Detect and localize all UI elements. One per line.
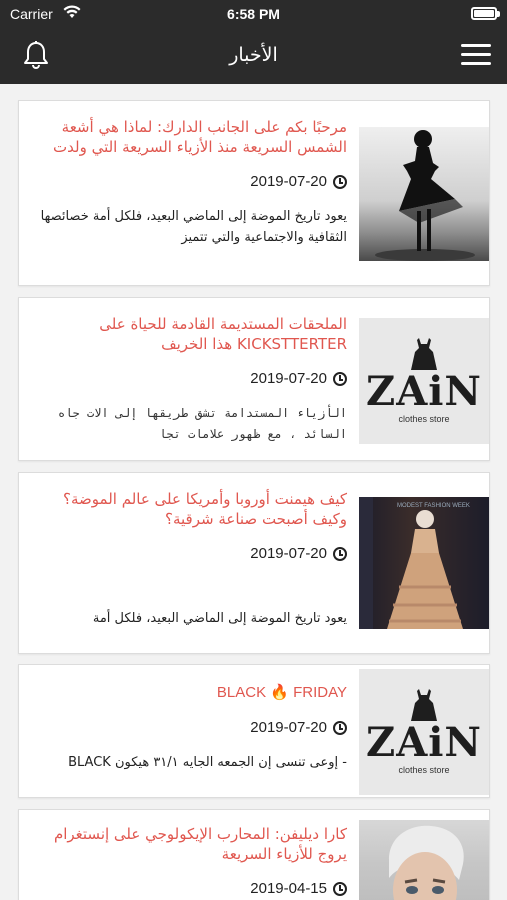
article-date: 2019-07-20 (37, 173, 347, 190)
article-title[interactable]: BLACK 🔥 FRIDAY (37, 683, 347, 703)
article-date: 2019-07-20 (37, 719, 347, 736)
hamburger-menu-icon[interactable] (461, 44, 491, 66)
article-text: كيف هيمنت أوروبا وأمريكا على عالم الموضة… (37, 489, 347, 629)
portrait-image (389, 825, 464, 900)
article-image (359, 127, 489, 261)
news-card[interactable]: ZAiN clothes store BLACK 🔥 FRIDAY 2019-0… (18, 664, 490, 798)
article-title[interactable]: كيف هيمنت أوروبا وأمريكا على عالم الموضة… (37, 489, 347, 529)
navigation-bar: الأخبار (0, 28, 507, 84)
article-text: الملحقات المستديمة القادمة للحياة على KI… (37, 314, 347, 445)
article-date-text: 2019-07-20 (250, 719, 327, 736)
article-date: 2019-07-20 (37, 370, 347, 387)
battery-icon (471, 7, 497, 20)
news-card[interactable]: مرحبًا بكم على الجانب الدارك: لماذا هي أ… (18, 100, 490, 286)
article-date: 2019-04-15 (37, 880, 347, 897)
silhouette-dress-image (375, 130, 475, 261)
article-title[interactable]: مرحبًا بكم على الجانب الدارك: لماذا هي أ… (37, 117, 347, 157)
dress-icon (411, 338, 437, 370)
menu-line (461, 62, 491, 65)
menu-line (461, 53, 491, 56)
article-date-text: 2019-07-20 (250, 370, 327, 387)
news-list[interactable]: مرحبًا بكم على الجانب الدارك: لماذا هي أ… (0, 84, 507, 900)
article-excerpt: - إوعى تنسى إن الجمعه الجايه ٣١/١ هيكون … (68, 755, 347, 770)
article-date: 2019-07-20 (37, 545, 347, 562)
brand-subtitle: clothes store (398, 414, 450, 424)
news-card[interactable]: كارا ديليفن: المحارب الإيكولوجي على إنست… (18, 809, 490, 900)
runway-backdrop-text: MODEST FASHION WEEK (397, 503, 470, 509)
article-title[interactable]: كارا ديليفن: المحارب الإيكولوجي على إنست… (37, 824, 347, 864)
article-excerpt: الأزياء المستدامة تشق طريقها إلى الات جا… (58, 406, 347, 441)
dress-icon (411, 689, 437, 721)
article-date-text: 2019-07-20 (250, 173, 327, 190)
clock-icon (333, 174, 347, 189)
news-card[interactable]: MODEST FASHION WEEK كيف هيمنت أوروبا وأم… (18, 472, 490, 654)
article-excerpt: يعود تاريخ الموضة إلى الماضي البعيد، فلك… (92, 611, 347, 626)
article-date-text: 2019-07-20 (250, 545, 327, 562)
article-text: مرحبًا بكم على الجانب الدارك: لماذا هي أ… (37, 117, 347, 248)
brand-logo: ZAiN (366, 719, 482, 766)
article-text: كارا ديليفن: المحارب الإيكولوجي على إنست… (37, 824, 347, 897)
article-image: ZAiN clothes store (359, 318, 489, 444)
runway-model-image: MODEST FASHION WEEK (359, 497, 470, 629)
clock-icon (333, 371, 347, 386)
page-title: الأخبار (229, 44, 278, 66)
article-date-text: 2019-04-15 (250, 880, 327, 897)
battery-cap (497, 11, 500, 17)
article-title[interactable]: الملحقات المستديمة القادمة للحياة على KI… (37, 314, 347, 354)
brand-subtitle: clothes store (398, 765, 450, 775)
menu-line (461, 44, 491, 47)
news-card[interactable]: ZAiN clothes store الملحقات المستديمة ال… (18, 297, 490, 461)
article-image: ZAiN clothes store (359, 669, 489, 795)
article-image: MODEST FASHION WEEK (359, 497, 489, 629)
top-bar: Carrier 6:58 PM الأخبار (0, 0, 507, 84)
clock-icon (333, 546, 347, 561)
brand-logo: ZAiN (366, 368, 482, 415)
clock-icon (333, 881, 347, 896)
clock-icon (333, 720, 347, 735)
article-excerpt: يعود تاريخ الموضة إلى الماضي البعيد، فلك… (40, 209, 347, 245)
article-image (359, 820, 489, 900)
clock-time: 6:58 PM (227, 6, 280, 22)
status-bar: Carrier 6:58 PM (0, 0, 507, 28)
article-text: BLACK 🔥 FRIDAY 2019-07-20 - إوعى تنسى إن… (37, 683, 347, 773)
